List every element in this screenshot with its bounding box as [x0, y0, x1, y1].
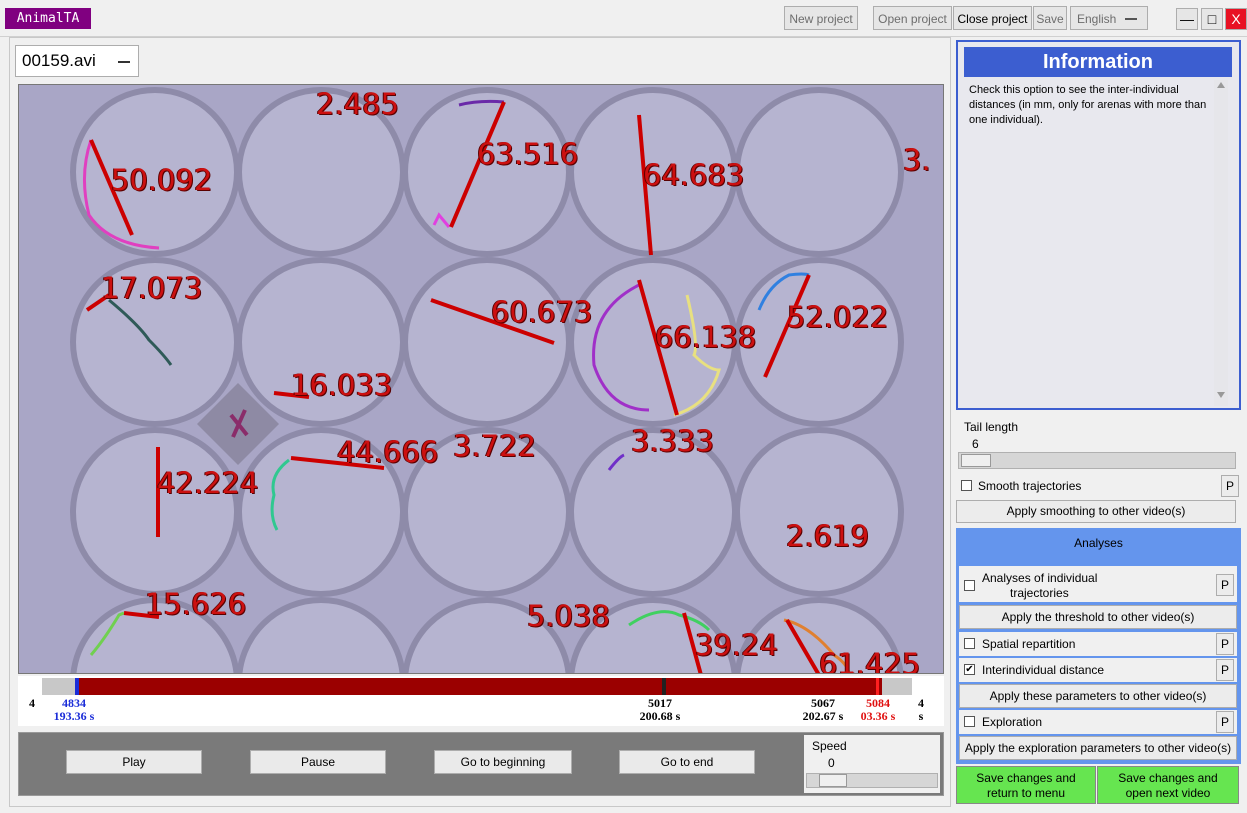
timeline-right-time: 202.67 s	[802, 709, 844, 723]
exploration-label: Exploration	[982, 715, 1043, 729]
speed-value: 0	[828, 756, 835, 770]
distance-label: 17.073	[101, 271, 203, 305]
smooth-trajectories-checkbox[interactable]	[961, 480, 972, 491]
timeline-end-time: s	[918, 709, 924, 723]
go-to-end-button[interactable]: Go to end	[619, 750, 755, 774]
individual-analyses-label-1: Analyses of individual	[982, 571, 1098, 585]
smooth-p-button[interactable]: P	[1221, 475, 1239, 497]
distance-label: 16.033	[291, 368, 393, 402]
distance-label: 2.619	[786, 519, 870, 553]
distance-label: 60.673	[491, 295, 593, 329]
apply-threshold-button[interactable]: Apply the threshold to other video(s)	[959, 605, 1237, 629]
minimize-button[interactable]: —	[1176, 8, 1198, 30]
interindividual-distance-checkbox[interactable]: ✔	[964, 664, 975, 675]
spatial-p-button[interactable]: P	[1216, 633, 1234, 655]
analyses-title: Analyses	[1074, 536, 1123, 550]
spatial-repartition-checkbox[interactable]	[964, 638, 975, 649]
exploration-checkbox[interactable]	[964, 716, 975, 727]
speed-control: Speed 0	[804, 735, 940, 793]
distance-label: 64.683	[643, 158, 745, 192]
save-return-line-2: return to menu	[986, 786, 1066, 800]
smooth-trajectories-label: Smooth trajectories	[978, 479, 1082, 493]
scroll-up-icon[interactable]	[1217, 82, 1225, 88]
distance-label: 50.092	[111, 163, 213, 197]
close-window-button[interactable]: X	[1225, 8, 1247, 30]
dropdown-icon	[118, 61, 130, 63]
distance-label-layer: 2.485 50.092 63.516 64.683 3. 17.073 60.673 66.…	[19, 85, 943, 674]
app-name: AnimalTA	[5, 8, 91, 29]
timeline-marker	[662, 678, 666, 695]
apply-parameters-button[interactable]: Apply these parameters to other video(s)	[959, 684, 1237, 708]
save-return-line-1: Save changes and	[976, 771, 1076, 785]
maximize-button[interactable]: □	[1201, 8, 1223, 30]
timeline-start-frame: 4	[29, 696, 35, 710]
new-project-button[interactable]: New project	[784, 6, 858, 30]
distance-label: 3.333	[631, 424, 715, 458]
info-scrollbar[interactable]	[1214, 80, 1228, 406]
tail-length-label: Tail length	[964, 420, 1019, 434]
information-title: Information	[964, 47, 1232, 77]
timeline-mid-time: 200.68 s	[639, 709, 681, 723]
distance-label: 3.	[903, 143, 931, 177]
distance-label: 15.626	[145, 587, 247, 621]
close-project-button[interactable]: Close project	[953, 6, 1032, 30]
individual-analyses-checkbox[interactable]	[964, 580, 975, 591]
speed-slider[interactable]	[806, 773, 938, 788]
timeline-cursor-time: 193.36 s	[53, 709, 95, 723]
distance-label: 3.722	[453, 429, 537, 463]
speed-slider-handle[interactable]	[819, 774, 847, 787]
video-frame[interactable]: 2.485 50.092 63.516 64.683 3. 17.073 60.673 66.…	[18, 84, 944, 674]
timeline-track[interactable]	[42, 678, 912, 695]
timeline-cursor[interactable]	[75, 678, 79, 695]
scroll-down-icon[interactable]	[1217, 392, 1225, 398]
individual-p-button[interactable]: P	[1216, 574, 1234, 596]
apply-exploration-button[interactable]: Apply the exploration parameters to othe…	[959, 736, 1237, 760]
individual-analyses-label-2: trajectories	[1010, 586, 1069, 600]
save-button[interactable]: Save	[1033, 6, 1067, 30]
language-value: English	[1077, 12, 1117, 26]
interindividual-distance-label: Interindividual distance	[982, 663, 1105, 677]
interindividual-p-button[interactable]: P	[1216, 659, 1234, 681]
exploration-p-button[interactable]: P	[1216, 711, 1234, 733]
timeline-end-marker	[876, 678, 879, 695]
distance-label: 5.038	[527, 599, 611, 633]
save-next-line-2: open next video	[1125, 786, 1211, 800]
open-project-button[interactable]: Open project	[873, 6, 952, 30]
save-next-line-1: Save changes and	[1118, 771, 1218, 785]
tail-length-value: 6	[972, 437, 979, 451]
speed-label: Speed	[812, 739, 847, 753]
timeline-range	[77, 678, 882, 695]
go-to-beginning-button[interactable]: Go to beginning	[434, 750, 572, 774]
video-file-select[interactable]: 00159.avi	[15, 45, 139, 77]
language-select[interactable]: English	[1070, 6, 1148, 30]
video-file-name: 00159.avi	[22, 51, 96, 70]
apply-smoothing-button[interactable]: Apply smoothing to other video(s)	[956, 500, 1236, 523]
distance-label: 42.224	[157, 466, 259, 500]
distance-label: 44.666	[337, 435, 439, 469]
tail-length-handle[interactable]	[961, 454, 991, 467]
pause-button[interactable]: Pause	[250, 750, 386, 774]
distance-label: 63.516	[477, 137, 579, 171]
distance-label: 52.022	[787, 300, 889, 334]
distance-label: 2.485	[316, 87, 400, 121]
distance-label: 61.425	[819, 647, 921, 674]
save-next-video-button[interactable]: Save changes and open next video	[1097, 766, 1239, 804]
timeline-end-marker-time: 03.36 s	[860, 709, 896, 723]
save-return-menu-button[interactable]: Save changes and return to menu	[956, 766, 1096, 804]
play-button[interactable]: Play	[66, 750, 202, 774]
distance-label: 66.138	[655, 320, 757, 354]
information-text: Check this option to see the inter-indiv…	[969, 84, 1207, 126]
distance-label: 39.24	[695, 628, 779, 662]
tail-length-slider[interactable]	[958, 452, 1236, 469]
spatial-repartition-label: Spatial repartition	[982, 637, 1076, 651]
dropdown-icon	[1125, 18, 1137, 20]
timeline[interactable]: 4 4834 193.36 s 5017 200.68 s 5067 202.6…	[18, 676, 944, 726]
